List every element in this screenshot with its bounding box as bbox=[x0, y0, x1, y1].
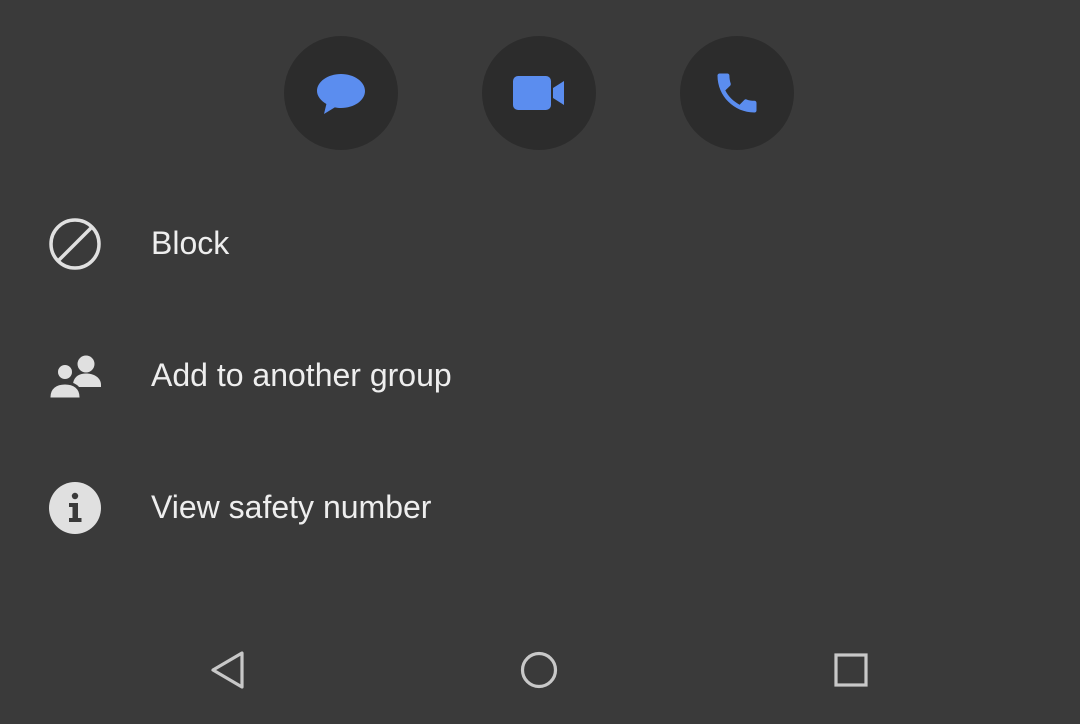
home-circle-icon bbox=[520, 651, 558, 689]
phone-icon bbox=[717, 73, 757, 113]
menu-item-label: View safety number bbox=[151, 489, 432, 525]
nav-back-button[interactable] bbox=[188, 630, 268, 710]
system-navigation-bar bbox=[0, 610, 1080, 724]
menu-item-block[interactable]: Block bbox=[0, 178, 1080, 308]
contact-options-sheet: Block Add to another group View safety n… bbox=[0, 0, 1080, 724]
info-icon bbox=[48, 481, 102, 535]
nav-recents-button[interactable] bbox=[811, 630, 891, 710]
video-camera-icon bbox=[513, 76, 564, 110]
nav-home-button[interactable] bbox=[499, 630, 579, 710]
group-icon bbox=[48, 349, 102, 403]
chat-bubble-icon bbox=[317, 74, 365, 114]
quick-actions bbox=[0, 36, 1080, 150]
block-icon bbox=[48, 217, 102, 271]
menu-item-view-safety-number[interactable]: View safety number bbox=[0, 442, 1080, 572]
menu-item-label: Block bbox=[151, 225, 230, 261]
menu-item-label: Add to another group bbox=[151, 357, 452, 393]
voice-call-button[interactable] bbox=[680, 36, 794, 150]
menu-item-add-to-group[interactable]: Add to another group bbox=[0, 310, 1080, 440]
message-button[interactable] bbox=[284, 36, 398, 150]
video-call-button[interactable] bbox=[482, 36, 596, 150]
recents-square-icon bbox=[834, 653, 868, 687]
back-triangle-icon bbox=[211, 651, 244, 689]
